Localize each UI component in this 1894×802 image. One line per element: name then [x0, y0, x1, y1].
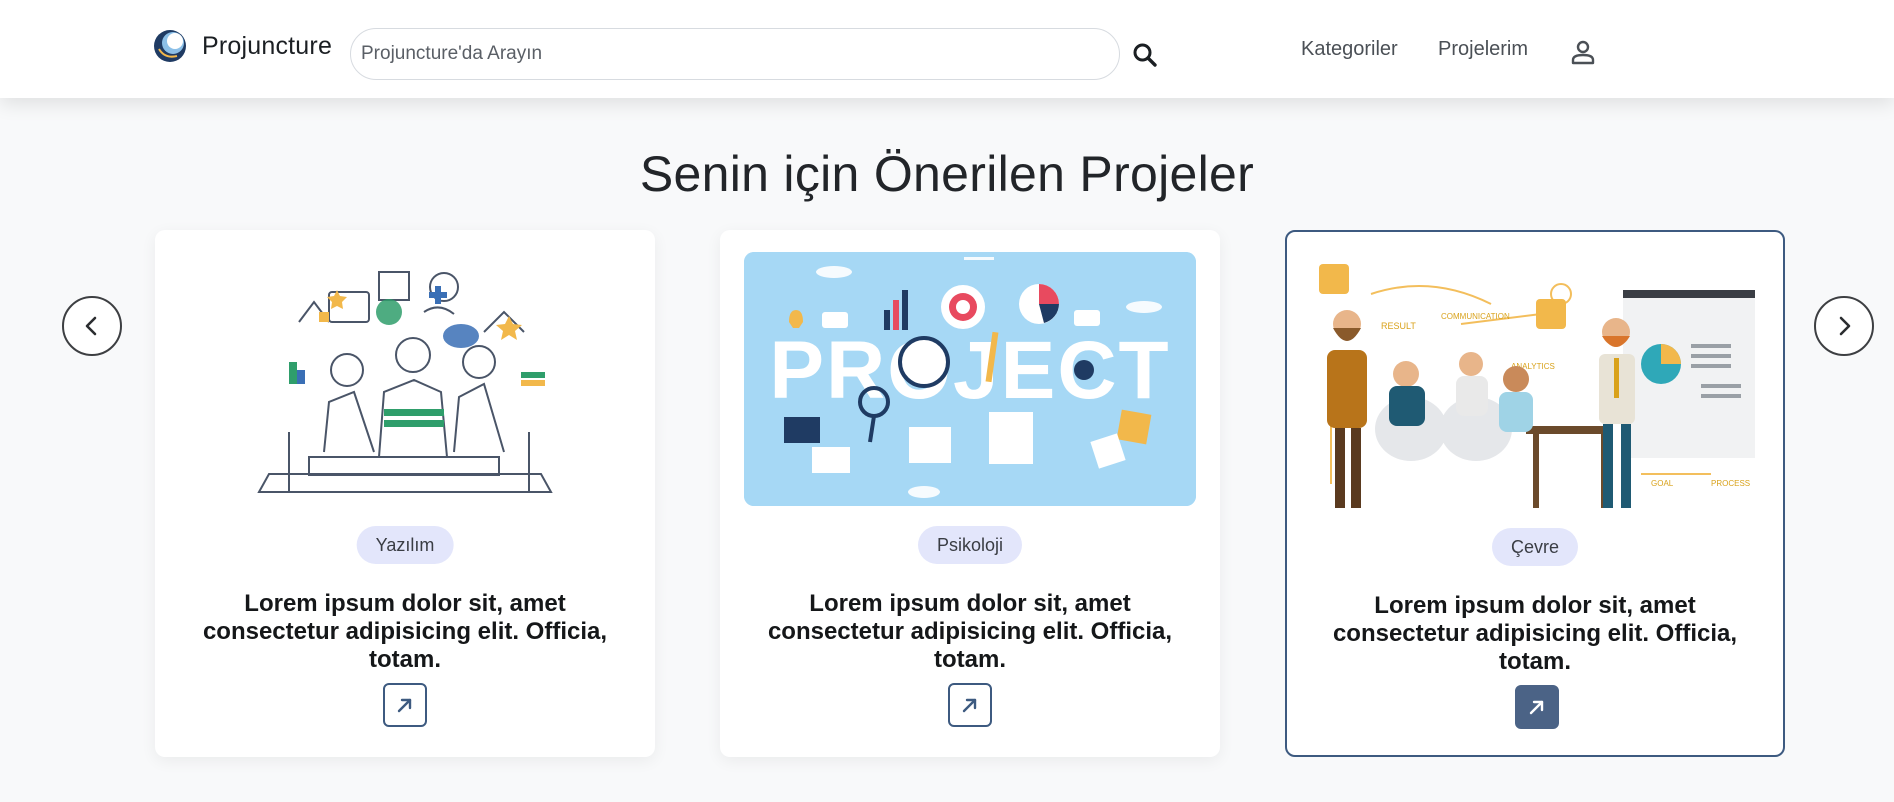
search-button[interactable] [1128, 38, 1162, 72]
carousel-next-button[interactable] [1814, 296, 1874, 356]
business-meeting-illustration: RESULT COMMUNICATION ANALYTICS GOAL PROC… [1311, 254, 1763, 508]
project-banner-illustration: PROJECT [744, 252, 1196, 506]
illustration-label-communication: COMMUNICATION [1441, 312, 1510, 321]
open-project-button[interactable] [1515, 685, 1559, 729]
illustration-label-goal: GOAL [1651, 479, 1674, 488]
arrow-up-right-icon [397, 698, 412, 713]
brand-name: Projuncture [202, 31, 333, 60]
carousel-prev-button[interactable] [62, 296, 122, 356]
open-project-button[interactable] [383, 683, 427, 727]
nav-my-projects-link[interactable]: Projelerim [1438, 38, 1528, 61]
illustration-label-result: RESULT [1381, 321, 1416, 331]
project-card-text: Lorem ipsum dolor sit, amet consectetur … [767, 590, 1173, 673]
brand-logo-icon [154, 30, 186, 62]
project-card-text: Lorem ipsum dolor sit, amet consectetur … [1332, 592, 1738, 675]
arrow-up-right-icon [1529, 700, 1544, 715]
open-project-button[interactable] [948, 683, 992, 727]
project-card-image: PROJECT [744, 252, 1196, 506]
search-icon [1133, 43, 1157, 67]
project-card-text: Lorem ipsum dolor sit, amet consectetur … [202, 590, 608, 673]
category-badge: Psikoloji [917, 526, 1023, 564]
search-box [350, 28, 1120, 80]
top-navbar: Projuncture Kategoriler Projelerim [0, 0, 1894, 98]
user-account-button[interactable] [1567, 36, 1599, 68]
illustration-label-process: PROCESS [1711, 479, 1750, 488]
category-badge: Yazılım [356, 526, 454, 564]
project-card-image: RESULT COMMUNICATION ANALYTICS GOAL PROC… [1311, 254, 1763, 508]
project-card-image [179, 252, 631, 506]
arrow-up-right-icon [962, 698, 977, 713]
nav-categories-link[interactable]: Kategoriler [1301, 38, 1398, 61]
user-icon [1571, 40, 1595, 65]
category-badge: Çevre [1491, 528, 1579, 566]
project-banner-text: PROJECT [769, 325, 1170, 416]
search-input[interactable] [351, 29, 1119, 79]
project-card[interactable]: RESULT COMMUNICATION ANALYTICS GOAL PROC… [1285, 230, 1785, 757]
project-card[interactable]: PROJECT Psikoloji Lorem ipsum dolor sit,… [720, 230, 1220, 757]
chevron-left-icon [85, 316, 97, 336]
team-line-art-illustration [179, 252, 631, 506]
chevron-right-icon [1839, 316, 1851, 336]
brand[interactable]: Projuncture [153, 29, 332, 63]
project-card[interactable]: Yazılım Lorem ipsum dolor sit, amet cons… [155, 230, 655, 757]
section-title: Senin için Önerilen Projeler [639, 146, 1255, 202]
